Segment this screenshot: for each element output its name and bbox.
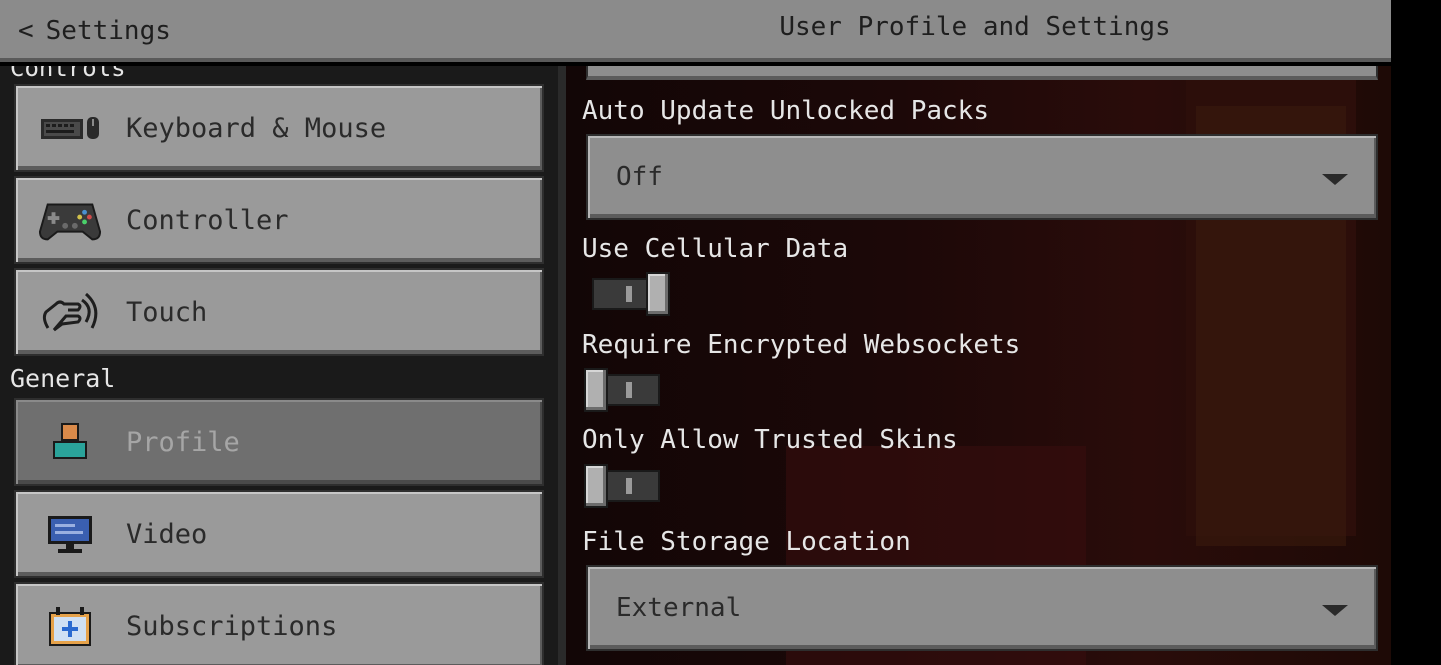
toggle-knob: [646, 272, 670, 316]
sidebar-scroll-divider[interactable]: [558, 66, 566, 665]
section-label-general: General: [10, 364, 116, 393]
previous-dropdown-partial[interactable]: [586, 66, 1378, 80]
auto-update-label: Auto Update Unlocked Packs: [582, 96, 989, 126]
toggle-pip: [626, 382, 632, 398]
sidebar-item-touch[interactable]: Touch: [14, 268, 544, 356]
sidebar-item-keyboard-mouse[interactable]: Keyboard & Mouse: [14, 84, 544, 172]
sidebar-item-subscriptions[interactable]: Subscriptions: [14, 582, 544, 665]
auto-update-dropdown[interactable]: Off: [586, 134, 1378, 220]
touch-icon: [38, 288, 102, 336]
sidebar-item-label: Controller: [126, 204, 289, 236]
sidebar-item-label: Keyboard & Mouse: [126, 112, 387, 144]
keyboard-mouse-icon: [38, 104, 102, 152]
toggle-pip: [626, 286, 632, 302]
top-bar: < Settings User Profile and Settings: [0, 0, 1391, 62]
sidebar-item-label: Profile: [126, 426, 240, 458]
back-button[interactable]: < Settings: [18, 10, 171, 52]
page-title: User Profile and Settings: [779, 12, 1171, 42]
file-storage-label: File Storage Location: [582, 527, 911, 557]
websockets-label: Require Encrypted Websockets: [582, 330, 1021, 360]
chevron-left-icon: <: [18, 16, 34, 46]
settings-panel[interactable]: Auto Update Unlocked Packs Off Use Cellu…: [566, 66, 1391, 665]
controller-icon: [38, 196, 102, 244]
sidebar[interactable]: Controls Keyboard & Mouse Controller Tou…: [0, 66, 558, 665]
sidebar-item-label: Touch: [126, 296, 208, 328]
sidebar-item-label: Subscriptions: [126, 610, 338, 642]
trusted-skins-label: Only Allow Trusted Skins: [582, 425, 958, 455]
toggle-knob: [584, 368, 608, 412]
chevron-down-icon: [1322, 605, 1348, 616]
chevron-down-icon: [1322, 174, 1348, 185]
back-label: Settings: [45, 16, 171, 46]
cellular-data-toggle[interactable]: [584, 272, 670, 316]
toggle-pip: [626, 478, 632, 494]
sidebar-item-controller[interactable]: Controller: [14, 176, 544, 264]
toggle-knob: [584, 464, 608, 508]
profile-icon: [38, 418, 102, 466]
section-label-controls: Controls: [10, 66, 126, 82]
right-margin: [1391, 0, 1441, 665]
sidebar-item-label: Video: [126, 518, 208, 550]
file-storage-dropdown[interactable]: External: [586, 565, 1378, 651]
dropdown-value: Off: [616, 162, 663, 192]
websockets-toggle[interactable]: [584, 368, 662, 412]
dropdown-value: External: [616, 593, 742, 623]
trusted-skins-toggle[interactable]: [584, 464, 662, 508]
sidebar-item-video[interactable]: Video: [14, 490, 544, 578]
monitor-icon: [38, 510, 102, 558]
cellular-data-label: Use Cellular Data: [582, 234, 849, 264]
subscriptions-icon: [38, 602, 102, 650]
sidebar-item-profile[interactable]: Profile: [14, 398, 544, 486]
